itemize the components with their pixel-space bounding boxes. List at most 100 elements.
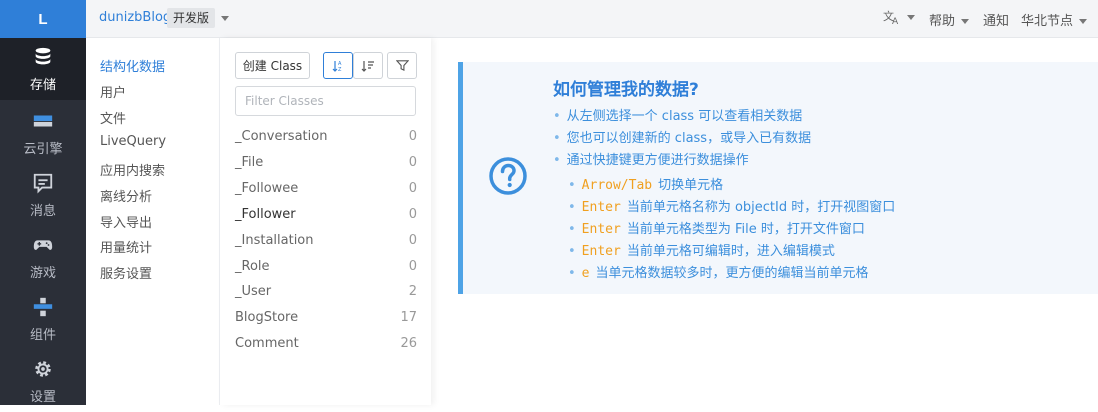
chevron-down-icon[interactable] [221, 16, 229, 21]
class-row[interactable]: Comment 26 [235, 336, 417, 356]
subnav-item-livequery[interactable]: LiveQuery [100, 134, 166, 149]
top-bar: dunizbBlog 开发版 文 A 帮助 通知 华北节点 [86, 0, 1098, 38]
app-logo[interactable]: L [0, 0, 86, 38]
help-tip: • 从左侧选择一个 class 可以查看相关数据 [553, 105, 802, 124]
class-name: _File [235, 155, 264, 170]
sort-asc-button[interactable]: A Z [323, 52, 353, 79]
sort-descending-icon [361, 60, 374, 72]
rail-item-components[interactable]: 组件 [0, 288, 86, 350]
subnav-item-import-export[interactable]: 导入导出 [100, 212, 152, 231]
subnav-item-in-app-search[interactable]: 应用内搜索 [100, 160, 165, 179]
storage-subnav: 结构化数据 用户 文件 LiveQuery 应用内搜索 离线分析 导入导出 用量… [86, 38, 220, 405]
rail-label: 存储 [29, 77, 56, 93]
class-count: 0 [408, 207, 417, 222]
bullet: • [553, 153, 561, 168]
shortcut-key: Enter [581, 200, 621, 215]
class-row[interactable]: BlogStore 17 [235, 310, 417, 330]
rail-item-message[interactable]: 消息 [0, 164, 86, 226]
class-row[interactable]: _Followee 0 [235, 181, 417, 201]
help-tip-text: 从左侧选择一个 class 可以查看相关数据 [566, 109, 803, 124]
server-icon [33, 115, 53, 126]
subnav-item-service-settings[interactable]: 服务设置 [100, 263, 152, 282]
shortcut-key: Arrow/Tab [581, 178, 653, 193]
class-row[interactable]: _Role 0 [235, 259, 417, 279]
subnav-item-offline-analysis[interactable]: 离线分析 [100, 186, 152, 205]
shortcut-key: e [581, 266, 590, 281]
filter-button[interactable] [387, 52, 417, 79]
class-name: _Installation [235, 233, 314, 248]
class-count: 0 [408, 129, 417, 144]
shortcut-item: • Enter 当前单元格名称为 objectId 时，打开视图窗口 [568, 196, 895, 215]
shortcut-key: Enter [581, 222, 621, 237]
svg-text:A: A [892, 17, 899, 25]
class-name: _Follower [235, 207, 296, 222]
class-name: BlogStore [235, 310, 299, 325]
rail-label: 云引擎 [23, 141, 63, 157]
svg-text:Z: Z [338, 67, 342, 73]
gear-icon [35, 360, 51, 377]
help-tip-text: 通过快捷键更方便进行数据操作 [566, 153, 749, 168]
filter-classes-input[interactable] [235, 86, 416, 116]
database-icon [35, 47, 51, 64]
bullet: • [553, 131, 561, 146]
translate-icon: 文 A [883, 9, 899, 27]
class-count: 0 [408, 181, 417, 196]
class-row[interactable]: _Conversation 0 [235, 129, 417, 149]
class-count: 0 [408, 259, 417, 274]
bullet: • [568, 244, 576, 259]
rail-item-game[interactable]: 游戏 [0, 226, 86, 288]
help-menu[interactable]: 帮助 [929, 10, 970, 29]
funnel-icon [395, 60, 409, 72]
shortcut-text: 当前单元格类型为 File 时，打开文件窗口 [626, 222, 865, 237]
bullet: • [553, 109, 561, 124]
class-row[interactable]: _Installation 0 [235, 233, 417, 253]
class-list-panel: 创建 Class A Z _Conversation 0 _File 0 _Fo… [220, 38, 431, 405]
sort-desc-button[interactable] [353, 52, 383, 79]
rail-label: 游戏 [29, 265, 56, 281]
class-count: 0 [408, 233, 417, 248]
shortcut-item: • Enter 当前单元格可编辑时，进入编辑模式 [568, 240, 835, 259]
class-count: 0 [408, 155, 417, 170]
shortcut-item: • e 当单元格数据较多时，更方便的编辑当前单元格 [568, 262, 869, 281]
rail-item-storage[interactable]: 存储 [0, 38, 86, 100]
rail-label: 设置 [29, 389, 56, 405]
help-panel: 如何管理我的数据? • 从左侧选择一个 class 可以查看相关数据 • 您也可以创… [458, 62, 1098, 294]
language-selector[interactable]: 文 A [883, 9, 915, 27]
class-name: _Followee [235, 181, 299, 196]
subnav-item-usage-stats[interactable]: 用量统计 [100, 237, 152, 256]
class-row[interactable]: _File 0 [235, 155, 417, 175]
class-name: _Role [235, 259, 270, 274]
help-label: 帮助 [929, 14, 956, 29]
question-circle-icon [489, 157, 527, 195]
help-tip: • 通过快捷键更方便进行数据操作 [553, 149, 749, 168]
subnav-item-users[interactable]: 用户 [100, 82, 126, 101]
class-row[interactable]: _User 2 [235, 284, 417, 304]
shortcut-item: • Enter 当前单元格类型为 File 时，打开文件窗口 [568, 218, 865, 237]
class-name: Comment [235, 336, 299, 351]
notifications-link[interactable]: 通知 [983, 10, 1009, 29]
rail-label: 消息 [29, 203, 56, 219]
chevron-down-icon [1079, 19, 1088, 24]
class-count: 2 [408, 284, 417, 299]
chevron-down-icon [907, 14, 915, 20]
components-icon [33, 297, 53, 316]
sort-ascending-icon: A Z [332, 60, 342, 73]
app-name-link[interactable]: dunizbBlog [99, 10, 171, 25]
rail-item-cloud-engine[interactable]: 云引擎 [0, 102, 86, 164]
shortcut-item: • Arrow/Tab 切换单元格 [568, 174, 723, 193]
class-name: _User [235, 284, 272, 299]
class-count: 26 [400, 336, 417, 351]
help-tip-text: 您也可以创建新的 class，或导入已有数据 [566, 131, 812, 146]
env-badge[interactable]: 开发版 [167, 8, 216, 28]
help-tip: • 您也可以创建新的 class，或导入已有数据 [553, 127, 811, 146]
region-label: 华北节点 [1021, 14, 1074, 29]
subnav-item-files[interactable]: 文件 [100, 108, 126, 127]
chevron-down-icon [961, 19, 970, 24]
subnav-item-structured-data[interactable]: 结构化数据 [100, 56, 165, 75]
class-row[interactable]: _Follower 0 [235, 207, 417, 227]
create-class-button[interactable]: 创建 Class [235, 52, 310, 79]
region-selector[interactable]: 华北节点 [1021, 10, 1088, 29]
rail-item-settings[interactable]: 设置 [0, 350, 86, 412]
bullet: • [568, 200, 576, 215]
help-title: 如何管理我的数据? [553, 80, 699, 100]
